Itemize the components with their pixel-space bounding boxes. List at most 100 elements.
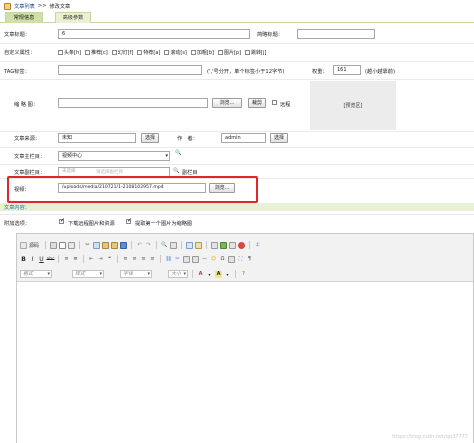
paste-word-icon[interactable] [120,241,128,249]
attr-option[interactable]: 特荐[a] [137,49,160,56]
tag-input[interactable] [58,65,202,75]
bg-color-dropdown-icon[interactable]: ▾ [224,271,231,278]
checkbox[interactable] [190,50,196,55]
attr-option[interactable]: 图片[p] [217,49,241,56]
tag-hint: (','号分开，单个标签小于12字节) [207,69,285,75]
align-right-icon[interactable]: ≡ [140,256,147,263]
attr-option[interactable]: 滚动[s] [164,49,187,56]
attr-option[interactable]: 幻灯[f] [111,49,133,56]
attr-option[interactable]: 头条[h] [58,49,81,56]
strike-button[interactable]: abc [46,256,54,263]
video-highlight-box [7,176,258,203]
undo-icon[interactable]: ↶ [136,242,143,249]
source-input[interactable]: 未知 [58,133,136,143]
horizontal-rule-icon[interactable]: — [201,256,208,263]
copy-icon[interactable] [93,241,101,249]
thumb-input[interactable] [58,98,208,108]
checkbox[interactable] [245,50,251,55]
tab-general[interactable]: 常规信息 [5,12,43,23]
remove-format-icon[interactable] [195,241,203,249]
search-icon[interactable]: 🔍 [175,150,181,156]
breadcrumb-article-list[interactable]: 文章列表 [14,3,35,10]
replace-icon[interactable] [170,241,178,249]
image-insert-icon[interactable] [183,255,190,263]
attr-option[interactable]: 跳转[j] [245,49,266,56]
image-icon[interactable] [211,241,219,249]
checkbox[interactable] [164,50,170,55]
table-insert-icon[interactable] [192,255,199,263]
title-input[interactable]: 6 [58,29,250,39]
checkbox[interactable] [217,50,223,55]
remote-label: 远程 [280,102,291,108]
redo-icon[interactable]: ↷ [145,242,152,249]
format-select[interactable]: 格式 [20,270,52,278]
attr-option[interactable]: 推荐[c] [85,49,108,56]
short-title-input[interactable] [297,29,375,39]
outdent-icon[interactable]: ⇤ [88,256,95,263]
paste-text-icon[interactable] [111,241,119,249]
download-remote-checkbox[interactable] [59,217,65,224]
text-color-dropdown-icon[interactable]: ▾ [206,271,213,278]
checkbox[interactable] [58,50,63,55]
subcolumn-link[interactable]: 副栏目 [182,169,198,176]
thumb-browse-button[interactable]: 浏览... [212,98,242,108]
ordered-list-icon[interactable]: ≡ [63,256,70,263]
bold-button[interactable]: B [20,256,27,263]
checkbox[interactable] [137,50,143,55]
smiley-icon[interactable]: ☺ [210,256,217,263]
cut-icon[interactable]: ✂ [84,242,91,249]
text-color-icon[interactable]: A [197,271,204,278]
pagebreak-icon[interactable] [228,255,235,263]
subcolumn-placeholder: 请选择副栏目 [96,170,123,175]
tag-label: TAG标签： [4,69,30,75]
size-select[interactable]: 大小 [168,270,188,278]
author-select-button[interactable]: 选择 [270,133,288,143]
column-select[interactable]: 视频中心 ▾ [58,151,170,161]
italic-button[interactable]: I [29,256,36,263]
help-icon[interactable]: ? [240,271,247,278]
font-select[interactable]: 字体 [120,270,152,278]
select-all-icon[interactable] [186,241,194,249]
indent-icon[interactable]: ⇥ [97,256,104,263]
style-select[interactable]: 样式 [72,270,104,278]
preview-icon[interactable] [68,241,76,249]
flash-icon[interactable] [220,241,228,249]
source-icon[interactable] [20,241,27,249]
paste-icon[interactable] [102,241,110,249]
weight-hint: (越小越靠前) [365,69,395,75]
save-icon[interactable] [50,241,58,249]
link-icon[interactable]: ⛓ [165,256,172,263]
find-icon[interactable]: 🔍 [161,242,168,249]
attr-option[interactable]: 加粗[b] [190,49,214,56]
extract-thumb-checkbox[interactable] [126,217,132,224]
subcolumn-search-icon[interactable]: 🔍 [173,168,179,174]
special-char-icon[interactable]: Ω [219,256,226,263]
unlink-icon[interactable]: ✂ [174,256,181,263]
underline-button[interactable]: U [38,256,45,263]
blockquote-icon[interactable]: ❝ [106,256,113,263]
paragraph-icon[interactable]: ¶ [246,256,253,263]
stop-icon[interactable] [238,241,246,249]
align-left-icon[interactable]: ≡ [122,256,129,263]
remote-checkbox[interactable] [272,100,277,105]
source-label: 文章来源： [14,136,40,142]
table-icon[interactable] [229,241,237,249]
align-justify-icon[interactable]: ≡ [149,256,156,263]
chevron-down-icon: ▾ [165,153,168,159]
source-select-button[interactable]: 选择 [141,133,159,143]
new-page-icon[interactable] [59,241,67,249]
subcolumn-label: 文章副栏目： [14,170,46,176]
maximize-icon[interactable]: ⛶ [237,256,244,263]
tab-advanced[interactable]: 高级参数 [55,12,91,23]
anchor-icon[interactable]: ⚓ [254,242,261,249]
checkbox[interactable] [85,50,91,55]
editor-content-area[interactable] [17,283,473,443]
weight-input[interactable]: 161 [333,65,361,75]
author-input[interactable]: admin [221,133,266,143]
checkbox[interactable] [111,50,117,55]
bg-color-icon[interactable]: A [215,270,222,278]
bulleted-list-icon[interactable]: ≣ [72,256,79,263]
align-center-icon[interactable]: ≡ [131,256,138,263]
crop-button[interactable]: 裁剪 [248,98,266,108]
source-button[interactable]: 源码 [29,242,39,249]
